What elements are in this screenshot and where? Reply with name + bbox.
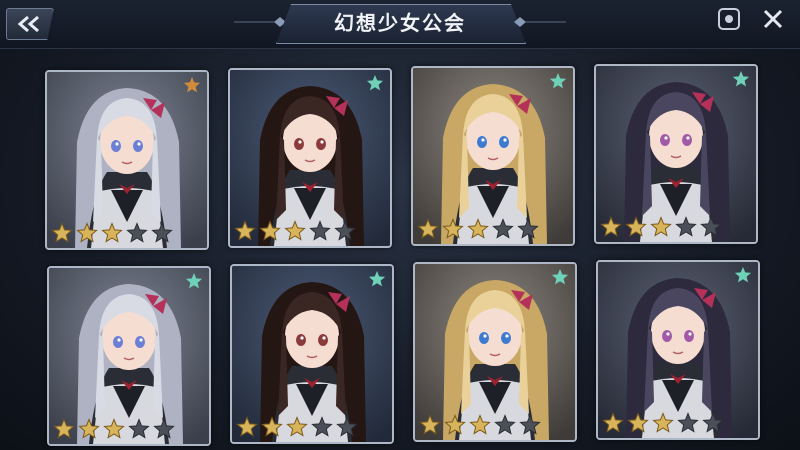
star-filled-icon	[76, 222, 98, 243]
star-empty-icon	[153, 418, 175, 439]
star-filled-icon	[103, 418, 125, 439]
star-filled-icon	[417, 218, 439, 239]
star-rating	[236, 416, 388, 438]
rarity-star-icon	[732, 71, 750, 87]
character-card[interactable]	[411, 66, 575, 246]
rarity-star-icon	[368, 271, 386, 287]
star-filled-icon	[286, 416, 308, 437]
star-filled-icon	[234, 220, 256, 241]
star-filled-icon	[625, 216, 647, 237]
rarity-star-icon	[551, 269, 569, 285]
star-rating	[53, 418, 205, 440]
star-empty-icon	[311, 416, 333, 437]
star-filled-icon	[467, 218, 489, 239]
star-empty-icon	[151, 222, 173, 243]
character-card[interactable]	[230, 264, 394, 444]
star-filled-icon	[236, 416, 258, 437]
character-card[interactable]	[45, 70, 209, 250]
rarity-star-icon	[734, 267, 752, 283]
star-empty-icon	[677, 412, 699, 433]
star-filled-icon	[78, 418, 100, 439]
rarity-star-icon	[549, 73, 567, 89]
rarity-star-icon	[185, 273, 203, 289]
star-empty-icon	[700, 216, 722, 237]
character-card[interactable]	[413, 262, 577, 442]
star-empty-icon	[702, 412, 724, 433]
star-rating	[417, 218, 569, 240]
star-empty-icon	[128, 418, 150, 439]
star-filled-icon	[469, 414, 491, 435]
character-card[interactable]	[47, 266, 211, 446]
star-empty-icon	[519, 414, 541, 435]
star-filled-icon	[444, 414, 466, 435]
star-filled-icon	[284, 220, 306, 241]
star-filled-icon	[602, 412, 624, 433]
character-card[interactable]	[228, 68, 392, 248]
star-rating	[51, 222, 203, 244]
rarity-star-icon	[366, 75, 384, 91]
star-filled-icon	[627, 412, 649, 433]
star-empty-icon	[309, 220, 331, 241]
character-card[interactable]	[596, 260, 760, 440]
star-empty-icon	[336, 416, 358, 437]
star-filled-icon	[650, 216, 672, 237]
character-card[interactable]	[594, 64, 758, 244]
star-filled-icon	[101, 222, 123, 243]
star-rating	[419, 414, 571, 436]
star-filled-icon	[259, 220, 281, 241]
star-filled-icon	[600, 216, 622, 237]
star-rating	[234, 220, 386, 242]
star-filled-icon	[442, 218, 464, 239]
star-rating	[602, 412, 754, 434]
star-filled-icon	[261, 416, 283, 437]
star-filled-icon	[51, 222, 73, 243]
star-empty-icon	[494, 414, 516, 435]
character-grid	[0, 0, 800, 450]
star-empty-icon	[126, 222, 148, 243]
star-empty-icon	[492, 218, 514, 239]
star-filled-icon	[419, 414, 441, 435]
star-rating	[600, 216, 752, 238]
star-empty-icon	[517, 218, 539, 239]
star-empty-icon	[675, 216, 697, 237]
star-filled-icon	[53, 418, 75, 439]
star-filled-icon	[652, 412, 674, 433]
rarity-star-icon	[183, 77, 201, 93]
star-empty-icon	[334, 220, 356, 241]
